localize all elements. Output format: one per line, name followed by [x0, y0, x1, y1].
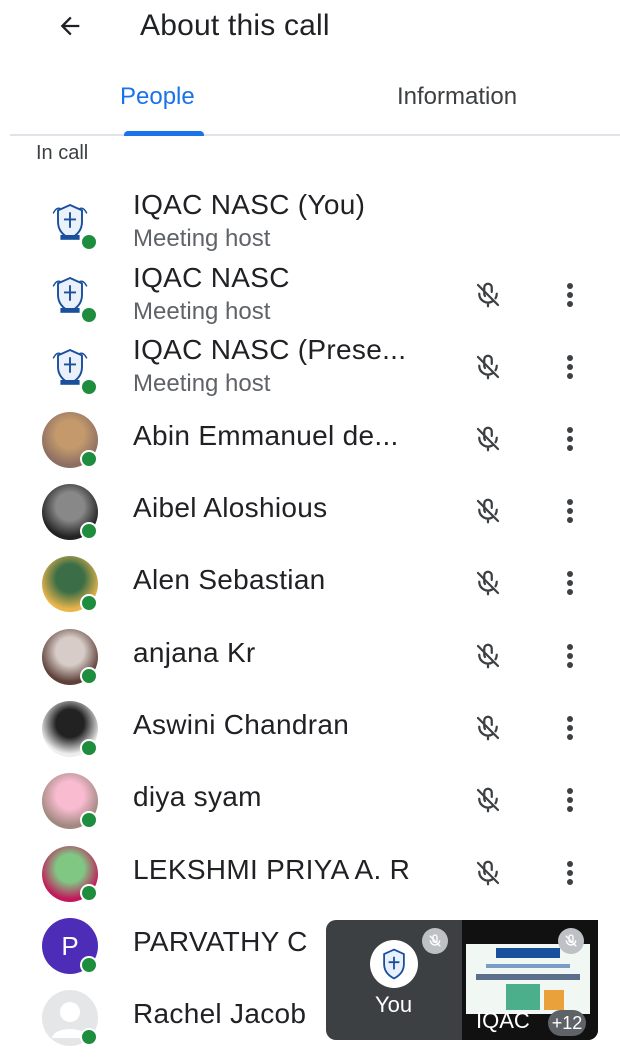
mic-off-icon — [558, 928, 584, 954]
section-label-in-call: In call — [36, 142, 89, 164]
mic-off-icon — [469, 420, 507, 458]
self-avatar — [370, 940, 418, 988]
participant-row[interactable]: LEKSHMI PRIYA A. R — [0, 837, 620, 909]
participant-avatar — [42, 484, 98, 540]
participant-row[interactable]: anjana Kr — [0, 620, 620, 692]
participant-name: IQAC NASC (You) — [133, 189, 366, 220]
participant-name: PARVATHY C — [133, 926, 308, 957]
online-status-dot — [80, 450, 98, 468]
participant-row[interactable]: Abin Emmanuel de... — [0, 403, 620, 475]
participant-avatar — [42, 846, 98, 902]
participant-row[interactable]: IQAC NASC Meeting host — [0, 259, 620, 331]
presentation-tile-label: IQAC — [476, 1008, 530, 1033]
participant-name: diya syam — [133, 781, 262, 812]
college-logo-icon — [383, 948, 405, 980]
mic-off-icon — [469, 637, 507, 675]
online-status-dot — [80, 594, 98, 612]
participant-avatar: P — [42, 918, 98, 974]
online-status-dot — [80, 667, 98, 685]
online-status-dot — [80, 1028, 98, 1046]
online-status-dot — [80, 811, 98, 829]
participant-avatar — [42, 629, 98, 685]
participant-avatar — [42, 412, 98, 468]
more-options-button[interactable] — [555, 709, 585, 747]
more-options-button[interactable] — [555, 276, 585, 314]
online-status-dot — [80, 884, 98, 902]
more-options-button[interactable] — [555, 854, 585, 892]
participant-name: LEKSHMI PRIYA A. R — [133, 854, 411, 885]
participant-name: IQAC NASC (Prese... — [133, 334, 407, 365]
participant-name: IQAC NASC — [133, 262, 290, 293]
page-title: About this call — [140, 9, 330, 42]
more-participants-badge: +12 — [548, 1010, 586, 1036]
participant-row[interactable]: IQAC NASC (Prese... Meeting host — [0, 331, 620, 403]
participant-name: Abin Emmanuel de... — [133, 420, 399, 451]
mic-off-icon — [469, 492, 507, 530]
more-options-button[interactable] — [555, 564, 585, 602]
more-options-button[interactable] — [555, 348, 585, 386]
online-status-dot — [80, 739, 98, 757]
participant-row[interactable]: diya syam — [0, 764, 620, 836]
top-app-bar: About this call — [0, 0, 620, 56]
presentation-slide-thumbnail — [466, 944, 590, 1014]
participant-name: Alen Sebastian — [133, 564, 326, 595]
mic-off-icon — [469, 564, 507, 602]
participant-avatar — [42, 340, 98, 396]
mic-off-icon — [469, 781, 507, 819]
self-tile-label: You — [374, 992, 413, 1017]
tab-information[interactable]: Information — [397, 82, 517, 112]
mic-off-icon — [469, 348, 507, 386]
online-status-dot — [80, 522, 98, 540]
participant-name: Rachel Jacob — [133, 998, 307, 1029]
participant-avatar — [42, 556, 98, 612]
picture-in-picture-tile[interactable]: You IQAC +12 — [326, 920, 598, 1040]
presentation-tile[interactable]: IQAC +12 — [462, 920, 598, 1040]
participant-row[interactable]: IQAC NASC (You) Meeting host — [0, 186, 620, 258]
participant-avatar — [42, 195, 98, 251]
participant-role: Meeting host — [133, 370, 271, 397]
participant-avatar — [42, 268, 98, 324]
tab-bar: People Information — [10, 70, 620, 136]
participant-name: Aswini Chandran — [133, 709, 350, 740]
participant-role: Meeting host — [133, 225, 271, 252]
online-status-dot — [80, 233, 98, 251]
mic-off-icon — [469, 276, 507, 314]
participant-role: Meeting host — [133, 298, 271, 325]
participant-row[interactable]: Alen Sebastian — [0, 547, 620, 619]
participant-row[interactable]: Aibel Aloshious — [0, 475, 620, 547]
more-options-button[interactable] — [555, 420, 585, 458]
participant-avatar — [42, 990, 98, 1046]
self-tile[interactable]: You — [326, 920, 461, 1040]
participant-avatar — [42, 701, 98, 757]
participant-row[interactable]: Aswini Chandran — [0, 692, 620, 764]
tab-people[interactable]: People — [120, 82, 195, 112]
more-options-button[interactable] — [555, 492, 585, 530]
back-button[interactable] — [50, 6, 90, 46]
participant-avatar — [42, 773, 98, 829]
active-tab-indicator — [124, 131, 204, 136]
arrow-left-icon — [60, 16, 80, 36]
participant-name: Aibel Aloshious — [133, 492, 328, 523]
online-status-dot — [80, 956, 98, 974]
online-status-dot — [80, 378, 98, 396]
mic-off-icon — [422, 928, 448, 954]
more-options-button[interactable] — [555, 781, 585, 819]
participant-name: anjana Kr — [133, 637, 256, 668]
mic-off-icon — [469, 854, 507, 892]
online-status-dot — [80, 306, 98, 324]
more-options-button[interactable] — [555, 637, 585, 675]
mic-off-icon — [469, 709, 507, 747]
